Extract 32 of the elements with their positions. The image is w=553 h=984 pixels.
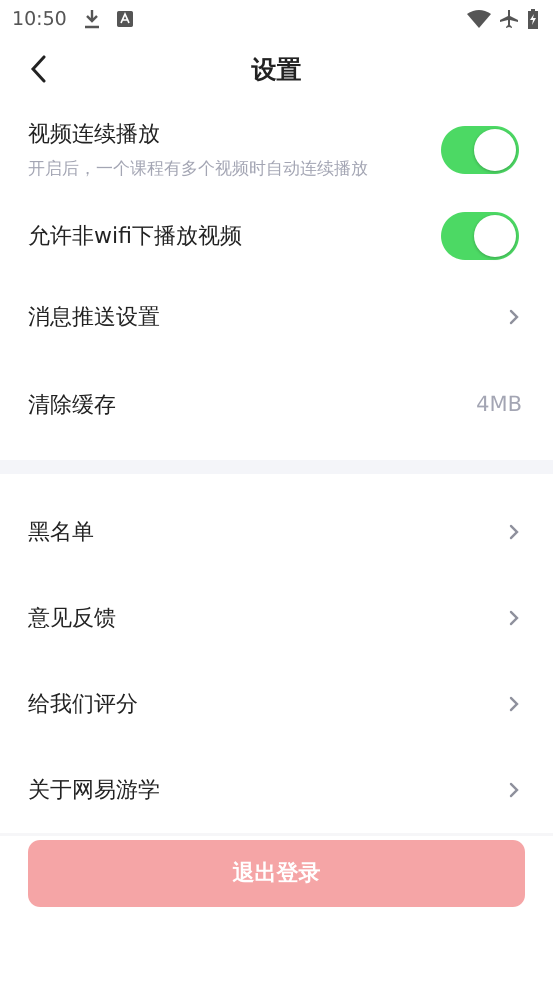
setting-label: 允许非wifi下播放视频 [28, 222, 243, 250]
setting-label: 清除缓存 [28, 392, 117, 420]
setting-label: 给我们评分 [28, 690, 139, 718]
chevron-right-icon [509, 696, 519, 712]
setting-label: 消息推送设置 [28, 304, 161, 332]
keyboard-icon [116, 11, 133, 27]
setting-label: 关于网易游学 [28, 776, 161, 804]
settings-row[interactable]: 清除缓存 4MB [0, 360, 553, 450]
settings-row[interactable]: 消息推送设置 [0, 274, 553, 360]
toggle-switch[interactable] [441, 212, 519, 260]
clock-time: 10:50 [12, 6, 67, 32]
battery-icon [527, 9, 539, 29]
settings-row[interactable]: 意见反馈 [0, 575, 553, 661]
chevron-right-icon [509, 782, 519, 798]
settings-row[interactable]: 给我们评分 [0, 661, 553, 747]
back-button[interactable] [28, 54, 48, 84]
setting-label: 视频连续播放 [28, 120, 161, 149]
page-title: 设置 [252, 54, 302, 86]
settings-row[interactable]: 黑名单 [0, 489, 553, 575]
chevron-right-icon [509, 524, 519, 540]
settings-row[interactable]: 关于网易游学 [0, 747, 553, 833]
chevron-right-icon [509, 610, 519, 626]
setting-label: 黑名单 [28, 518, 95, 546]
airplane-icon [499, 9, 519, 29]
setting-description: 开启后，一个课程有多个视频时自动连续播放 [28, 158, 369, 181]
cache-size: 4MB [476, 391, 522, 418]
setting-label: 意见反馈 [28, 604, 117, 632]
toggle-switch[interactable] [441, 126, 519, 174]
chevron-right-icon [509, 309, 519, 325]
download-icon [82, 9, 101, 29]
back-icon [28, 54, 48, 84]
wifi-icon [467, 10, 491, 28]
